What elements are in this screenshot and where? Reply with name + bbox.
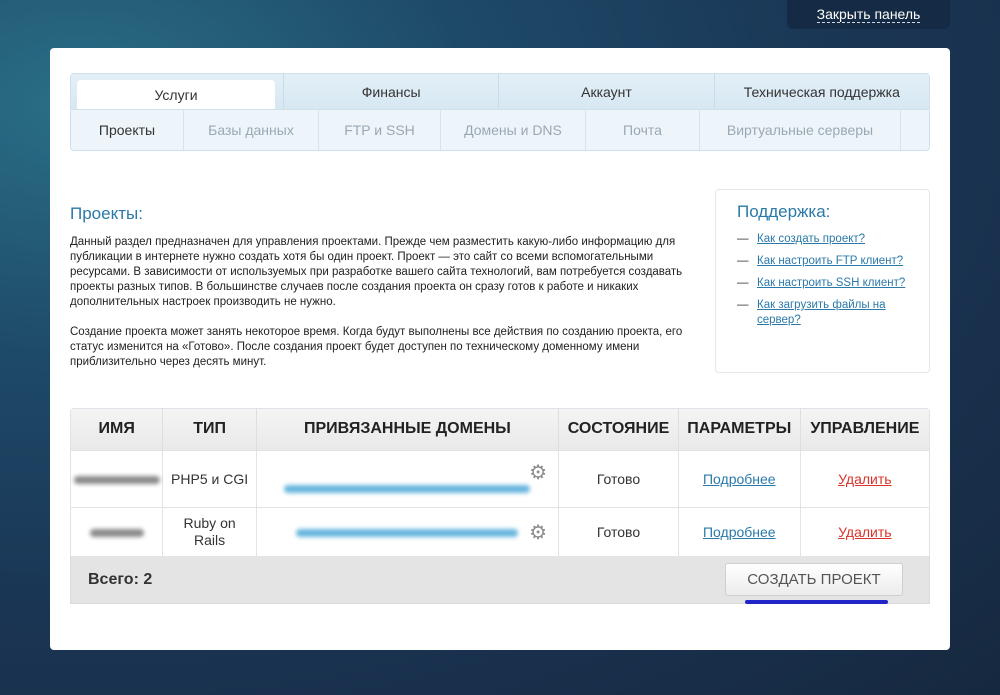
project-status-cell: Готово: [558, 506, 679, 556]
main-tabs: Услуги Финансы Аккаунт Техническая подде…: [71, 74, 929, 110]
support-link[interactable]: Как загрузить файлы на сервер?: [757, 298, 919, 328]
total-count: Всего: 2: [88, 571, 153, 588]
project-params-cell: Подробнее: [677, 506, 801, 556]
close-panel-link[interactable]: Закрыть панель: [816, 6, 921, 23]
support-link[interactable]: Как настроить SSH клиент?: [757, 276, 905, 291]
redacted-name: [89, 528, 144, 537]
column-header-actions: УПРАВЛЕНИЕ: [799, 409, 929, 450]
project-name-cell: [71, 449, 163, 507]
support-item: — Как создать проект?: [737, 232, 866, 247]
gear-icon[interactable]: ⚙: [529, 463, 547, 483]
project-domains-cell: ⚙: [255, 506, 559, 556]
highlight-underline: [745, 600, 888, 604]
details-link[interactable]: Подробнее: [703, 524, 776, 540]
create-project-button[interactable]: СОЗДАТЬ ПРОЕКТ: [725, 563, 903, 596]
tab-support[interactable]: Техническая поддержка: [713, 74, 929, 109]
column-header-name: ИМЯ: [71, 409, 163, 450]
gear-icon[interactable]: ⚙: [529, 523, 547, 543]
subtab-virtual-servers[interactable]: Виртуальные серверы: [700, 110, 901, 150]
delete-link[interactable]: Удалить: [838, 471, 891, 487]
description-paragraph: Данный раздел предназначен для управлени…: [70, 236, 683, 308]
support-link[interactable]: Как настроить FTP клиент?: [757, 254, 903, 269]
top-panel-tab: Закрыть панель: [787, 0, 950, 29]
section-description: Данный раздел предназначен для управлени…: [70, 235, 705, 370]
project-name-cell: [71, 506, 163, 556]
sub-tabs: Проекты Базы данных FTP и SSH Домены и D…: [71, 110, 929, 150]
delete-link[interactable]: Удалить: [838, 524, 891, 540]
subtab-ftp-ssh[interactable]: FTP и SSH: [319, 110, 441, 150]
subtab-mail[interactable]: Почта: [586, 110, 700, 150]
details-link[interactable]: Подробнее: [703, 471, 776, 487]
support-title: Поддержка:: [737, 202, 831, 221]
project-type-cell: PHP5 и CGI: [162, 449, 257, 507]
support-box: Поддержка: — Как создать проект? — Как нас…: [715, 189, 930, 373]
support-item: — Как загрузить файлы на сервер?: [737, 298, 919, 328]
column-header-type: ТИП: [162, 409, 257, 450]
subtab-databases[interactable]: Базы данных: [184, 110, 319, 150]
tab-services[interactable]: Услуги: [77, 80, 275, 109]
project-type-line: Rails: [194, 531, 226, 548]
main-panel: Услуги Финансы Аккаунт Техническая подде…: [50, 48, 950, 650]
page-title: Проекты:: [70, 204, 143, 223]
tab-finances[interactable]: Финансы: [283, 74, 498, 109]
project-params-cell: Подробнее: [677, 449, 801, 507]
redacted-name: [73, 475, 160, 484]
table-header-row: ИМЯ ТИП ПРИВЯЗАННЫЕ ДОМЕНЫ СОСТОЯНИЕ ПАР…: [71, 409, 929, 450]
subtab-domains-dns[interactable]: Домены и DNS: [441, 110, 586, 150]
subtab-projects[interactable]: Проекты: [71, 110, 184, 150]
project-domains-cell: ⚙: [255, 449, 559, 507]
tab-account[interactable]: Аккаунт: [498, 74, 713, 109]
column-header-status: СОСТОЯНИЕ: [558, 409, 679, 450]
redacted-domain-link[interactable]: [296, 528, 519, 537]
table-row: Ruby on Rails ⚙ Готово Подробнее Удалить: [71, 506, 929, 556]
project-type-cell: Ruby on Rails: [162, 506, 257, 556]
support-item: — Как настроить SSH клиент?: [737, 276, 906, 291]
table-row: PHP5 и CGI ⚙ Готово Подробнее Удалить: [71, 449, 929, 507]
redacted-domain-link[interactable]: [284, 485, 531, 493]
column-header-params: ПАРАМЕТРЫ: [677, 409, 801, 450]
projects-table: ИМЯ ТИП ПРИВЯЗАННЫЕ ДОМЕНЫ СОСТОЯНИЕ ПАР…: [70, 408, 930, 557]
description-paragraph: Создание проекта может занять некоторое …: [70, 326, 683, 368]
column-header-domains: ПРИВЯЗАННЫЕ ДОМЕНЫ: [255, 409, 559, 450]
navigation: Услуги Финансы Аккаунт Техническая подде…: [70, 73, 930, 151]
table-footer: Всего: 2 СОЗДАТЬ ПРОЕКТ: [70, 556, 930, 604]
support-link[interactable]: Как создать проект?: [757, 232, 865, 247]
project-actions-cell: Удалить: [799, 506, 929, 556]
support-item: — Как настроить FTP клиент?: [737, 254, 904, 269]
project-status-cell: Готово: [558, 449, 679, 507]
project-type-line: Ruby on: [183, 514, 236, 531]
project-actions-cell: Удалить: [799, 449, 929, 507]
